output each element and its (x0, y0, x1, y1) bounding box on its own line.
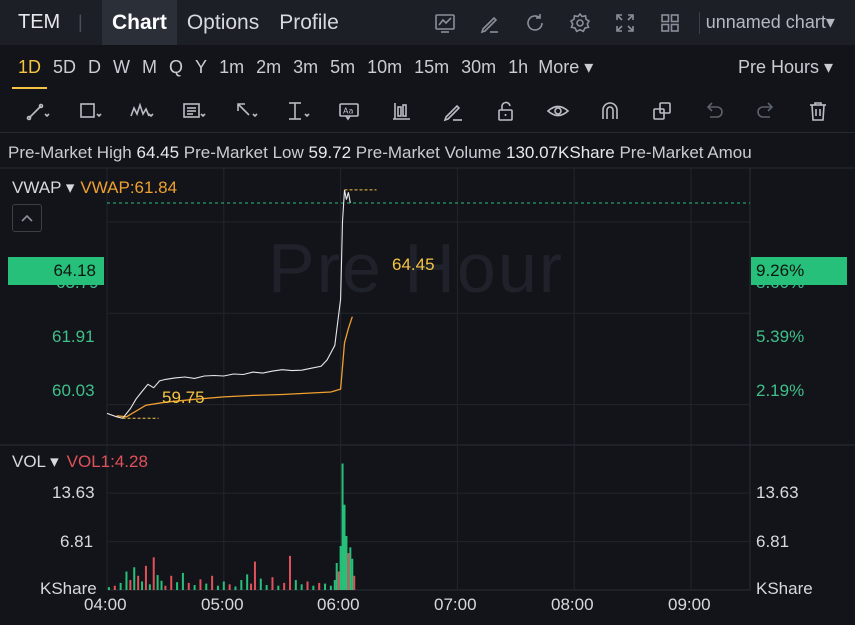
volume-bar (211, 575, 214, 590)
price-tick-label: 60.03 (52, 381, 95, 400)
volume-bar (240, 580, 243, 590)
volume-bar (265, 585, 268, 590)
collapse-indicator-button[interactable] (12, 204, 42, 232)
volume-bar (335, 563, 338, 590)
time-tick-label: 06:00 (317, 595, 360, 614)
volume-bar (353, 575, 356, 590)
volume-bar (312, 585, 315, 590)
volume-bar (337, 571, 340, 590)
time-tick-label: 04:00 (84, 595, 127, 614)
volume-bar (347, 553, 350, 590)
volume-bar (329, 585, 332, 590)
volume-tick-label: 13.63 (52, 483, 95, 502)
volume-bar (306, 581, 309, 590)
volume-bar (277, 585, 280, 590)
vwap-indicator-name[interactable]: VWAP ▾ (12, 178, 74, 197)
volume-bar (288, 555, 291, 590)
volume-tick-label: 6.81 (60, 532, 94, 551)
volume-bar (283, 582, 286, 590)
time-tick-label: 09:00 (668, 595, 711, 614)
volume-bar (222, 581, 225, 590)
volume-bar (107, 587, 110, 590)
volume-bar (300, 584, 303, 590)
volume-bar (339, 545, 342, 590)
volume-bar (181, 572, 184, 590)
volume-bar (125, 571, 128, 590)
volume-bar (205, 583, 208, 590)
volume-bar (333, 580, 336, 590)
volume-bar (119, 582, 122, 590)
volume-bar (137, 575, 140, 590)
session-low-marker: 59.75 (162, 388, 205, 407)
volume-bar (259, 578, 262, 590)
volume-bar (234, 586, 237, 590)
time-tick-label: 08:00 (551, 595, 594, 614)
volume-bar (216, 585, 219, 590)
volume-bar (253, 561, 256, 590)
volume-bar (246, 574, 249, 590)
vwap-indicator-value: VWAP:61.84 (80, 178, 178, 197)
percent-tick-label: 2.19% (756, 381, 805, 400)
volume-indicator-value: VOL1:4.28 (66, 452, 148, 471)
volume-bar (160, 580, 163, 590)
volume-tick-label-right: 6.81 (756, 532, 790, 551)
price-volume-chart[interactable] (0, 0, 855, 625)
session-high-marker: 64.45 (392, 255, 435, 274)
volume-bar (152, 557, 155, 590)
volume-bar (318, 582, 321, 590)
volume-bar (324, 583, 327, 590)
volume-bar (345, 536, 348, 590)
time-tick-label: 07:00 (434, 595, 477, 614)
volume-bar (294, 580, 297, 590)
volume-indicator-name[interactable]: VOL ▾ (12, 452, 59, 471)
volume-bar (144, 565, 147, 590)
current-price-tag: 64.18 (8, 257, 104, 285)
volume-bar (156, 575, 159, 590)
volume-bar (349, 547, 352, 590)
volume-bar (351, 558, 354, 590)
volume-bar (271, 577, 274, 590)
volume-bar (250, 583, 253, 590)
volume-bar (141, 581, 144, 590)
volume-bar (199, 579, 202, 590)
volume-bar (176, 582, 179, 590)
volume-bar (129, 580, 132, 590)
current-change-tag: 9.26% (751, 257, 847, 285)
volume-bar (113, 585, 116, 590)
percent-tick-label: 5.39% (756, 327, 805, 346)
volume-bar (228, 584, 231, 590)
volume-bar (170, 575, 173, 590)
volume-bar (148, 584, 151, 590)
vwap-legend[interactable]: VWAP ▾ VWAP:61.84 (12, 178, 177, 198)
volume-bar (187, 582, 190, 590)
time-tick-label: 05:00 (201, 595, 244, 614)
volume-bar (343, 504, 346, 590)
volume-tick-label-right: 13.63 (756, 483, 799, 502)
chevron-up-icon (21, 214, 33, 222)
volume-bar (133, 567, 136, 590)
volume-bar (341, 463, 344, 590)
price-tick-label: 61.91 (52, 327, 95, 346)
volume-bar (193, 585, 196, 590)
volume-unit-label-right: KShare (756, 579, 813, 598)
volume-legend[interactable]: VOL ▾ VOL1:4.28 (12, 452, 148, 472)
volume-bar (164, 585, 167, 590)
